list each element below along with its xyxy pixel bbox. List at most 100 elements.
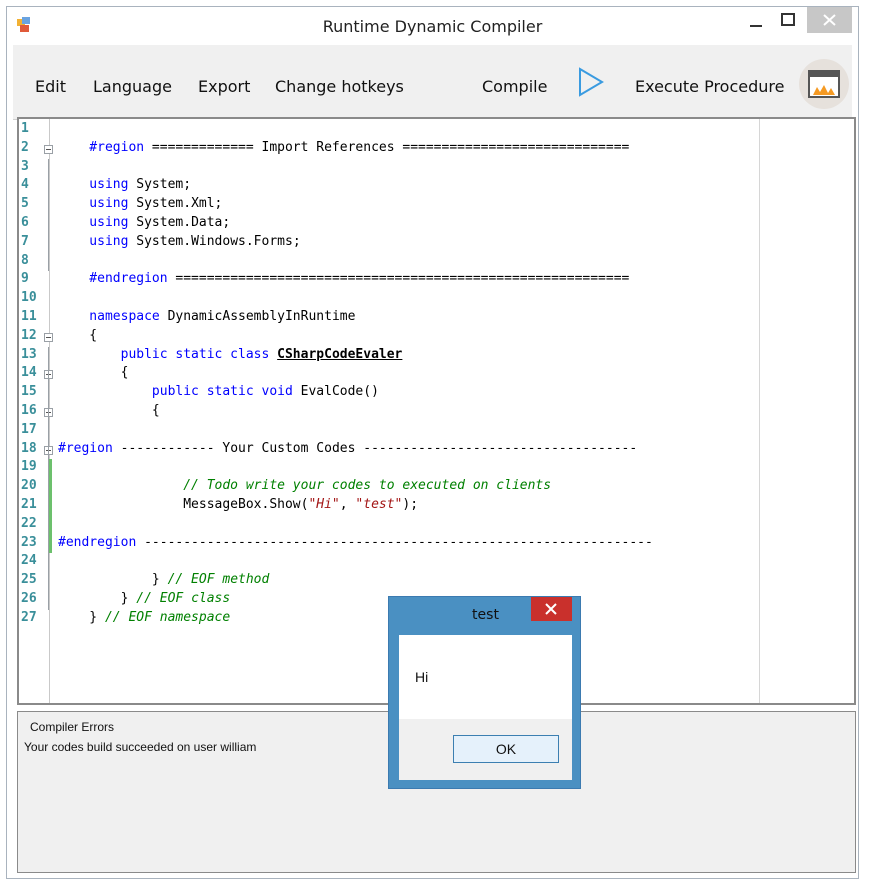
code-line[interactable]: } // EOF method (58, 572, 269, 587)
dialog-close-button[interactable] (531, 597, 572, 621)
line-number: 17 (21, 421, 37, 437)
line-number: 12 (21, 327, 37, 343)
minimize-icon (750, 25, 762, 27)
dialog-body: Hi OK (399, 635, 572, 780)
code-line[interactable]: using System.Windows.Forms; (58, 233, 301, 249)
code-line[interactable]: } // EOF class (58, 591, 231, 606)
code-token: using (58, 177, 137, 193)
line-number: 7 (21, 233, 29, 249)
code-line[interactable]: #region ============= Import References … (58, 140, 629, 155)
code-token: using (58, 196, 137, 212)
code-token: CSharpCodeEvaler (277, 346, 403, 362)
menu-export[interactable]: Export (198, 77, 250, 96)
code-token: } (58, 609, 105, 625)
code-token: { (58, 403, 160, 418)
line-number: 2 (21, 139, 29, 155)
line-number: 15 (21, 384, 37, 400)
fold-toggle-icon[interactable] (44, 332, 53, 342)
code-token: DynamicAssemblyInRuntime (167, 309, 356, 324)
code-token: // EOF method (167, 572, 270, 588)
code-line[interactable]: using System; (58, 177, 191, 192)
code-line[interactable]: namespace DynamicAssemblyInRuntime (58, 309, 355, 324)
code-token: #endregion (58, 271, 176, 287)
code-token: } (58, 572, 168, 588)
execute-icon[interactable] (799, 59, 849, 109)
execute-procedure-button[interactable]: Execute Procedure (635, 77, 784, 96)
close-icon (545, 603, 557, 615)
minimize-button[interactable] (741, 9, 771, 35)
code-token: public static void (58, 384, 301, 400)
ok-button[interactable]: OK (453, 735, 559, 763)
code-line[interactable]: MessageBox.Show("Hi", "test"); (58, 497, 418, 512)
line-number: 5 (21, 196, 29, 212)
code-token: { (58, 365, 129, 381)
code-line[interactable]: #region ------------ Your Custom Codes -… (58, 441, 637, 456)
code-token: MessageBox.Show( (58, 497, 309, 512)
line-number: 14 (21, 365, 37, 381)
code-line[interactable]: #endregion -----------------------------… (58, 535, 653, 550)
code-token: "test" (355, 497, 403, 512)
line-number: 11 (21, 309, 37, 324)
code-token: using (58, 215, 137, 230)
compile-button[interactable]: Compile (482, 77, 547, 96)
maximize-button[interactable] (773, 9, 803, 35)
line-number: 25 (21, 572, 37, 588)
play-icon[interactable] (578, 67, 604, 101)
window-title: Runtime Dynamic Compiler (322, 17, 543, 36)
code-line[interactable]: { (58, 328, 97, 343)
line-number: 26 (21, 591, 37, 606)
code-line[interactable]: public static void EvalCode() (58, 384, 379, 399)
code-line[interactable]: { (58, 365, 129, 381)
code-token: ========================================… (175, 271, 630, 287)
code-token: // EOF class (136, 591, 231, 606)
line-number: 23 (21, 534, 37, 550)
code-token: System.Xml; (136, 196, 223, 212)
line-number: 8 (21, 252, 29, 268)
line-number: 3 (21, 158, 29, 174)
code-token: #region (58, 440, 121, 456)
close-button[interactable] (807, 7, 852, 33)
message-box-dialog: test Hi OK (388, 596, 581, 789)
title-bar[interactable]: Runtime Dynamic Compiler (7, 7, 858, 45)
code-line[interactable]: using System.Xml; (58, 196, 222, 211)
line-number: 20 (21, 478, 37, 494)
compiler-errors-message: Your codes build succeeded on user willi… (24, 740, 257, 754)
line-number: 27 (21, 609, 37, 625)
maximize-icon (781, 13, 795, 26)
change-marker (49, 459, 52, 554)
code-token: { (58, 327, 98, 343)
code-line[interactable]: { (58, 403, 160, 418)
code-line[interactable]: } // EOF namespace (58, 610, 230, 625)
dialog-message: Hi (415, 669, 429, 685)
code-token: // Todo write your codes to executed on … (58, 478, 552, 494)
line-number: 21 (21, 497, 37, 512)
code-token: System.Windows.Forms; (136, 233, 301, 249)
line-number: 24 (21, 553, 37, 569)
compiler-errors-legend: Compiler Errors (28, 720, 117, 734)
line-number: 9 (21, 271, 29, 287)
menu-language[interactable]: Language (93, 77, 172, 96)
line-number: 4 (21, 177, 29, 193)
line-number: 13 (21, 346, 37, 362)
menu-edit[interactable]: Edit (35, 77, 66, 96)
menu-change-hotkeys[interactable]: Change hotkeys (275, 77, 404, 96)
code-token: System; (136, 177, 192, 193)
line-number: 22 (21, 515, 37, 531)
code-token: #region (58, 139, 152, 155)
line-number: 10 (21, 290, 37, 306)
code-token: // EOF namespace (104, 609, 231, 625)
code-line[interactable]: // Todo write your codes to executed on … (58, 478, 551, 493)
code-token: , (339, 497, 356, 512)
fold-toggle-icon[interactable] (44, 144, 53, 154)
editor-right-margin (759, 119, 760, 703)
line-number: 6 (21, 215, 29, 230)
code-line[interactable]: #endregion =============================… (58, 271, 629, 286)
menu-bar: Edit Language Export Change hotkeys Comp… (13, 45, 852, 120)
code-line[interactable]: using System.Data; (58, 215, 230, 230)
code-token: using (58, 233, 137, 249)
line-number: 16 (21, 403, 37, 418)
code-line[interactable]: public static class CSharpCodeEvaler (58, 346, 403, 362)
code-token: public static class (58, 346, 278, 362)
line-number: 1 (21, 121, 29, 136)
line-number: 19 (21, 459, 37, 475)
